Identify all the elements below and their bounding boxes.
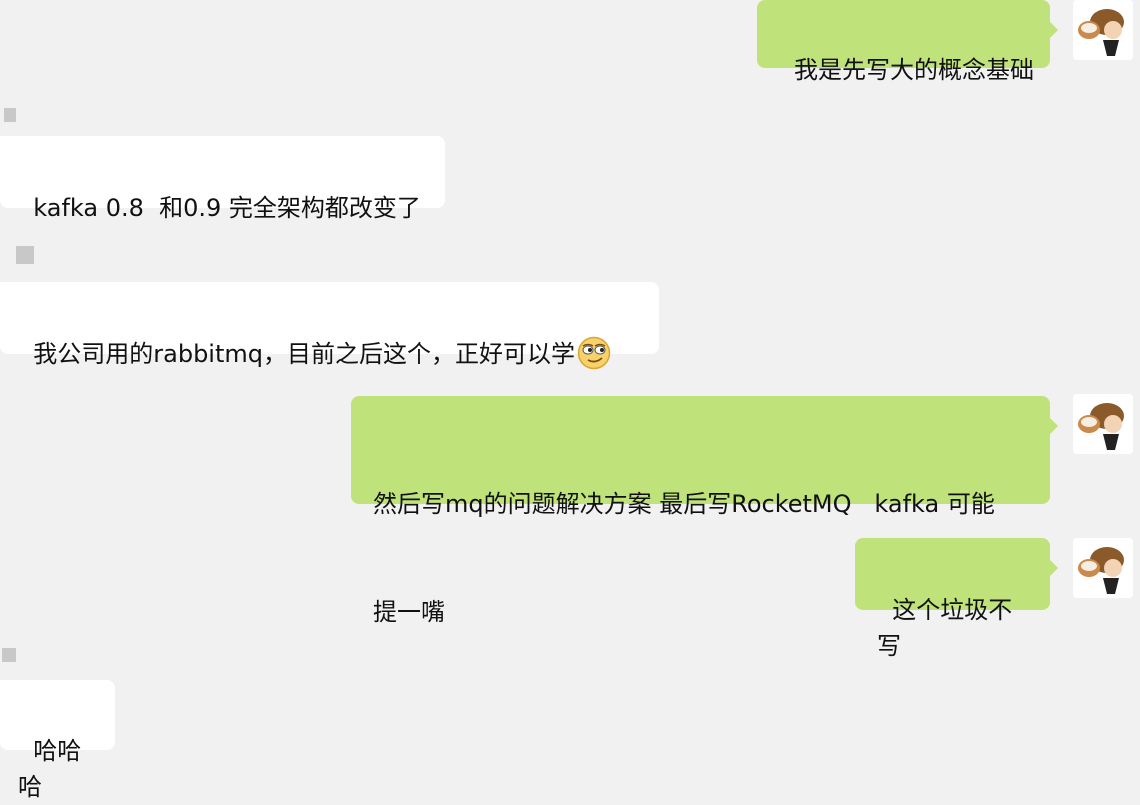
message-bubble-outgoing[interactable]: 然后写mq的问题解决方案 最后写RocketMQ kafka 可能 提一嘴 xyxy=(351,396,1058,626)
user-avatar-icon xyxy=(1073,0,1133,60)
avatar[interactable] xyxy=(1073,394,1133,454)
avatar[interactable] xyxy=(1073,538,1133,598)
smirk-face-icon xyxy=(577,336,611,370)
message-bubble-incoming[interactable]: kafka 0.8 和0.9 完全架构都改变了 xyxy=(0,136,445,222)
message-text-line: 然后写mq的问题解决方案 最后写RocketMQ kafka 可能 xyxy=(373,490,995,518)
message-bubble-outgoing[interactable]: 我是先写大的概念基础 xyxy=(756,0,1059,84)
message-text: 哈哈哈 xyxy=(18,737,82,801)
message-text: 我是先写大的概念基础 xyxy=(794,56,1034,84)
message-bubble-incoming[interactable]: 我公司用的rabbitmq，目前之后这个，正好可以学 xyxy=(0,282,659,370)
user-avatar-icon xyxy=(1073,538,1133,598)
avatar[interactable] xyxy=(1073,0,1133,60)
sender-name-placeholder xyxy=(4,108,16,122)
message-bubble-outgoing[interactable]: 这个垃圾不写 xyxy=(855,538,1058,660)
message-bubble-incoming[interactable]: 哈哈哈 xyxy=(0,680,115,801)
user-avatar-icon xyxy=(1073,394,1133,454)
sender-name-placeholder xyxy=(2,648,16,662)
message-text: 我公司用的rabbitmq，目前之后这个，正好可以学 xyxy=(33,340,575,368)
sender-name-placeholder xyxy=(16,246,34,264)
message-text: kafka 0.8 和0.9 完全架构都改变了 xyxy=(33,194,421,222)
